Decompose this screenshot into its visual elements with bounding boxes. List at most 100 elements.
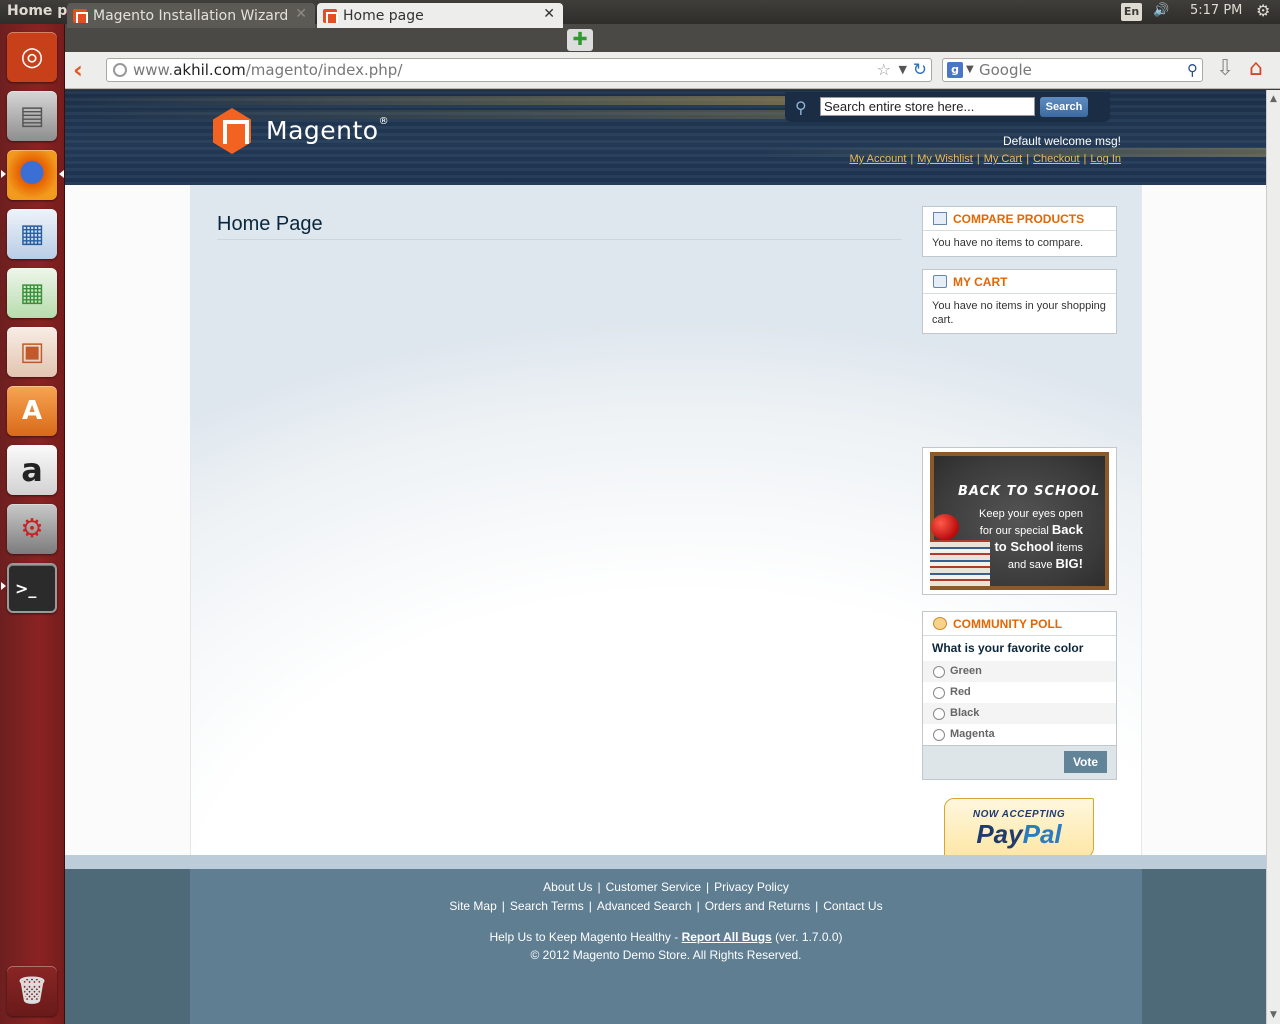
search-icon[interactable]: ⚲: [1187, 59, 1198, 81]
calc-icon[interactable]: ▦: [7, 268, 57, 318]
history-dropdown-icon[interactable]: ▼: [899, 59, 907, 81]
downloads-icon[interactable]: ⇩: [1216, 56, 1234, 81]
block-title: MY CART: [923, 270, 1116, 294]
store-header: Magento® ⚲ Search Default welcome msg! M…: [65, 90, 1266, 185]
ubuntu-dash-icon[interactable]: ◎: [7, 32, 57, 82]
my-cart-link[interactable]: My Cart: [984, 153, 1023, 165]
footer-privacy-policy-link[interactable]: Privacy Policy: [714, 880, 789, 894]
close-tab-icon[interactable]: ✕: [543, 6, 555, 22]
tab-magento-installation-wizard[interactable]: Magento Installation Wizard ✕: [67, 3, 315, 28]
community-poll-block: COMMUNITY POLL What is your favorite col…: [922, 611, 1117, 780]
web-search-bar[interactable]: g ▼ Google ⚲: [942, 58, 1203, 82]
radio-button[interactable]: [933, 729, 945, 741]
footer-orders-returns-link[interactable]: Orders and Returns: [705, 899, 810, 913]
web-search-placeholder: Google: [979, 61, 1032, 79]
page-title: Home Page: [217, 213, 901, 240]
poll-option-green[interactable]: Green: [923, 661, 1116, 682]
promo-title: BACK TO SCHOOL: [958, 484, 1101, 499]
log-in-link[interactable]: Log In: [1090, 153, 1121, 165]
engine-dropdown-icon[interactable]: ▼: [966, 59, 974, 81]
amazon-icon[interactable]: a: [7, 445, 57, 495]
page-viewport: Magento® ⚲ Search Default welcome msg! M…: [65, 90, 1266, 1024]
back-button[interactable]: ‹: [73, 56, 83, 84]
search-icon: ⚲: [795, 98, 807, 117]
poll-actions: Vote: [923, 745, 1116, 779]
magento-logo-icon: [213, 108, 251, 154]
keyboard-indicator[interactable]: En: [1121, 3, 1142, 21]
my-account-link[interactable]: My Account: [850, 153, 907, 165]
vote-button[interactable]: Vote: [1064, 751, 1107, 773]
report-bugs-link[interactable]: Report All Bugs: [682, 930, 772, 944]
system-settings-icon[interactable]: ⚙: [7, 504, 57, 554]
url-prefix: www.: [133, 61, 174, 79]
welcome-message: Default welcome msg!: [1002, 134, 1121, 148]
account-links: My Account | My Wishlist | My Cart | Checkout |…: [849, 153, 1121, 165]
paypal-logo: PayPal: [976, 819, 1062, 849]
scroll-down-icon[interactable]: ▼: [1270, 1010, 1277, 1020]
block-title: COMMUNITY POLL: [923, 612, 1116, 636]
clock[interactable]: 5:17 PM: [1190, 3, 1242, 18]
store-search-input[interactable]: [820, 97, 1035, 116]
footer-help-line: Help Us to Keep Magento Healthy - Report…: [489, 930, 843, 944]
logo-text: Magento®: [266, 116, 390, 145]
radio-button[interactable]: [933, 708, 945, 720]
main-container: Home Page COMPARE PRODUCTS You have no i…: [190, 185, 1142, 858]
my-wishlist-link[interactable]: My Wishlist: [917, 153, 973, 165]
home-icon[interactable]: ⌂: [1249, 56, 1263, 81]
back-to-school-banner[interactable]: BACK TO SCHOOL Keep your eyes open for o…: [922, 447, 1117, 595]
tab-strip: [65, 24, 1280, 52]
footer-contact-us-link[interactable]: Contact Us: [823, 899, 882, 913]
scroll-up-icon[interactable]: ▲: [1270, 94, 1277, 104]
vertical-scrollbar[interactable]: ▲ ▼: [1266, 90, 1280, 1024]
footer-about-us-link[interactable]: About Us: [543, 880, 592, 894]
store-logo[interactable]: Magento®: [213, 108, 403, 156]
my-cart-block: MY CART You have no items in your shoppi…: [922, 269, 1117, 334]
running-indicator: [1, 582, 6, 590]
launcher: ◎ ▤ ▦ ▦ ▣ A a ⚙ >_ 🗑: [0, 24, 65, 1024]
bookmark-star-icon[interactable]: ☆: [877, 59, 891, 81]
trash-icon[interactable]: 🗑: [7, 966, 57, 1016]
paypal-badge[interactable]: NOW ACCEPTING PayPal: [944, 798, 1094, 858]
software-center-icon[interactable]: A: [7, 386, 57, 436]
files-icon[interactable]: ▤: [7, 91, 57, 141]
radio-button[interactable]: [933, 666, 945, 678]
store-footer: About Us | Customer Service | Privacy Policy…: [65, 869, 1266, 1024]
google-icon[interactable]: g: [947, 62, 963, 78]
poll-option-red[interactable]: Red: [923, 682, 1116, 703]
tab-home-page[interactable]: Home page ✕: [317, 3, 563, 28]
footer-customer-service-link[interactable]: Customer Service: [606, 880, 701, 894]
chalkboard: BACK TO SCHOOL Keep your eyes open for o…: [930, 456, 1105, 586]
reload-icon[interactable]: ↻: [913, 59, 927, 81]
url-bar[interactable]: www.akhil.com/magento/index.php/ ☆ ▼ ↻: [106, 58, 932, 82]
store-search-button[interactable]: Search: [1040, 97, 1088, 117]
impress-icon[interactable]: ▣: [7, 327, 57, 377]
poll-option-black[interactable]: Black: [923, 703, 1116, 724]
writer-icon[interactable]: ▦: [7, 209, 57, 259]
footer-inner: About Us | Customer Service | Privacy Policy…: [190, 869, 1142, 1024]
footer-advanced-search-link[interactable]: Advanced Search: [597, 899, 692, 913]
firefox-icon[interactable]: [7, 150, 57, 200]
terminal-icon[interactable]: >_: [7, 563, 57, 613]
store-search: ⚲ Search: [785, 92, 1110, 122]
radio-button[interactable]: [933, 687, 945, 699]
footer-site-map-link[interactable]: Site Map: [449, 899, 496, 913]
apple-icon: [931, 514, 959, 540]
footer-search-terms-link[interactable]: Search Terms: [510, 899, 584, 913]
header-stripe: [65, 96, 845, 105]
close-tab-icon[interactable]: ✕: [295, 6, 307, 22]
session-gear-icon[interactable]: ⚙: [1256, 1, 1270, 20]
poll-question: What is your favorite color: [932, 641, 1084, 655]
navigation-bar: ‹ www.akhil.com/magento/index.php/ ☆ ▼ ↻…: [65, 52, 1280, 89]
focused-indicator: [59, 170, 64, 178]
poll-option-magenta[interactable]: Magenta: [923, 724, 1116, 745]
volume-icon[interactable]: 🔊: [1153, 3, 1169, 18]
cart-basket-icon: [933, 275, 947, 288]
magento-favicon-icon: [73, 8, 88, 23]
footer-copyright: © 2012 Magento Demo Store. All Rights Re…: [530, 948, 802, 962]
new-tab-button[interactable]: ✚: [567, 29, 593, 51]
magento-favicon-icon: [323, 8, 338, 23]
tab-label: Magento Installation Wizard: [93, 7, 289, 24]
header-stripe: [65, 110, 845, 119]
footer-stripe: [65, 855, 1266, 869]
checkout-link[interactable]: Checkout: [1033, 153, 1079, 165]
